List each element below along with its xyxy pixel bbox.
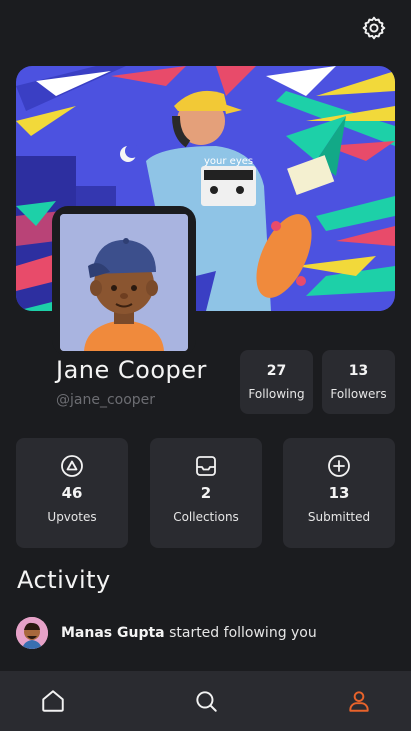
profile-icon (349, 691, 369, 712)
followers-count: 13 (348, 363, 369, 379)
following-stat[interactable]: 27 Following (240, 350, 313, 414)
collections-count: 2 (200, 484, 212, 502)
avatar-frame (52, 206, 196, 356)
upvotes-label: Upvotes (47, 510, 97, 524)
profile-name: Jane Cooper (56, 356, 207, 384)
avatar[interactable] (60, 214, 188, 351)
profile-handle: @jane_cooper (56, 392, 156, 408)
activity-action: started following you (169, 625, 317, 641)
following-count: 27 (266, 363, 287, 379)
nav-search[interactable] (192, 687, 220, 715)
submitted-card[interactable]: 13 Submitted (283, 438, 395, 548)
triangle-circle-icon (61, 455, 83, 477)
submitted-label: Submitted (307, 510, 371, 524)
activity-item[interactable]: Manas Gupta started following you (16, 617, 395, 649)
submitted-count: 13 (328, 484, 350, 502)
followers-label: Followers (330, 387, 387, 401)
nav-profile[interactable] (345, 687, 373, 715)
upvotes-count: 46 (61, 484, 83, 502)
bottom-nav (0, 671, 411, 731)
nav-home[interactable] (39, 687, 67, 715)
activity-actor[interactable]: Manas Gupta (61, 625, 165, 641)
plus-circle-icon (328, 455, 350, 477)
inbox-icon (196, 456, 216, 476)
collections-label: Collections (173, 510, 239, 524)
collections-card[interactable]: 2 Collections (150, 438, 262, 548)
settings-button[interactable] (360, 14, 388, 42)
home-icon (42, 690, 64, 712)
cover-graphic-text: your eyes (204, 156, 253, 167)
following-label: Following (248, 387, 305, 401)
gear-icon (362, 16, 386, 40)
followers-stat[interactable]: 13 Followers (322, 350, 395, 414)
upvotes-card[interactable]: 46 Upvotes (16, 438, 128, 548)
search-icon (196, 691, 217, 712)
activity-avatar[interactable] (16, 617, 48, 649)
activity-title: Activity (17, 566, 111, 594)
